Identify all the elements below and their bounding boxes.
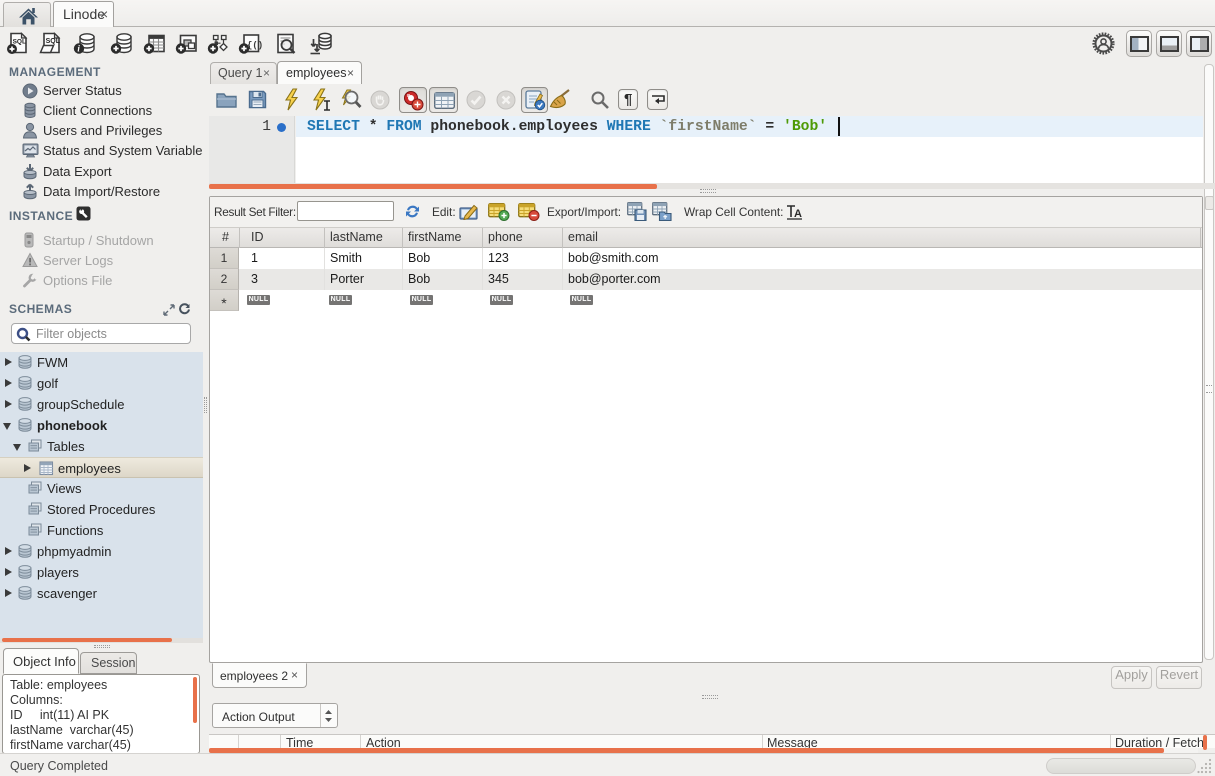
svg-text:SQL: SQL <box>46 38 61 45</box>
svg-text:{(): {() <box>247 41 262 51</box>
svg-text:A: A <box>794 208 802 220</box>
svg-text:SQL: SQL <box>13 39 26 46</box>
